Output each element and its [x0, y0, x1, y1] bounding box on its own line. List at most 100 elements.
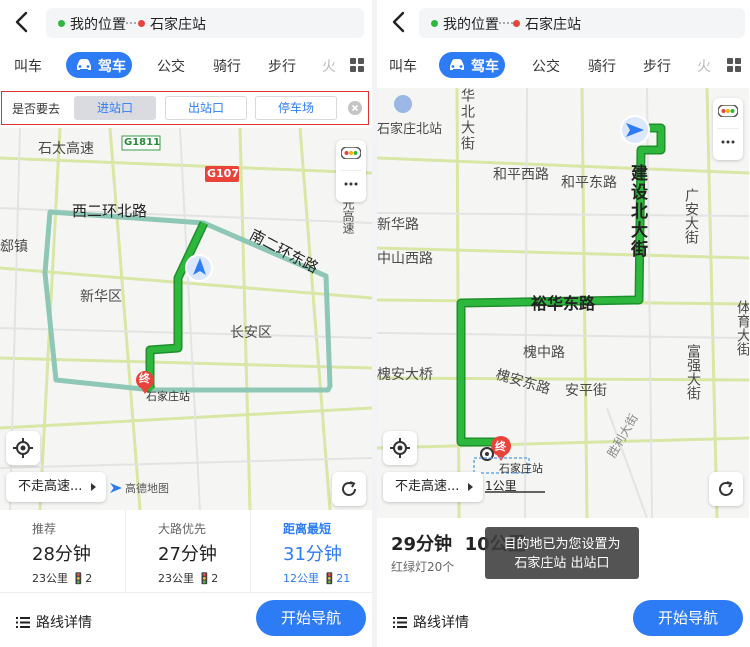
map-label-zhongshan-west-road: 中山西路: [377, 251, 433, 267]
route-options: 推荐 28分钟 23公里 🚦2 大路优先 27分钟 23公里 🚦2 距离最短 3…: [0, 510, 372, 592]
map-label-shijiazhuang-station: 石家庄站: [499, 462, 543, 475]
map-label-xinhua-road: 新华路: [377, 217, 419, 233]
origin-dot-icon: [431, 20, 438, 27]
origin-point[interactable]: 我的位置: [431, 14, 499, 34]
divider: [0, 592, 372, 593]
avoid-highway-selector[interactable]: 不走高速...: [383, 472, 484, 502]
route-option-shortest[interactable]: 距离最短 31分钟 12公里 🚦21: [250, 510, 372, 592]
route-details-label: 路线详情: [36, 615, 92, 631]
tab-bike[interactable]: 骑行: [588, 56, 616, 76]
back-icon[interactable]: [12, 10, 34, 34]
screenshot: 我的位置 石家庄站 叫车 驾车 公交 骑行 步行 火 是否要去 进站口 出站口 …: [0, 0, 750, 647]
route-input[interactable]: 我的位置 石家庄站: [419, 8, 745, 38]
destination-marker-icon[interactable]: 终: [495, 438, 506, 454]
traffic-light-count-icon: 🚦: [197, 572, 212, 585]
more-modes-icon[interactable]: [727, 58, 741, 72]
locate-icon: [390, 438, 410, 458]
car-icon: [77, 59, 91, 70]
route-option-title: 大路优先: [158, 522, 207, 536]
map-view[interactable]: 石太高速 G1811 G107 西二环北路 南二环东路 新华区 长安区 石家庄站…: [0, 128, 372, 510]
start-navigation-button[interactable]: 开始导航: [256, 600, 366, 636]
tab-drive[interactable]: 驾车: [66, 52, 132, 78]
avoid-highway-selector[interactable]: 不走高速...: [6, 472, 107, 502]
filter-exit-button[interactable]: 出站口: [165, 96, 247, 120]
destination-label: 石家庄站: [525, 17, 581, 33]
map-label-heping-east-road: 和平东路: [561, 175, 617, 191]
transport-tabs: 叫车 驾车 公交 骑行 步行 火: [0, 48, 372, 84]
map-label-west-ring-north: 西二环北路: [72, 202, 148, 220]
tab-drive-label: 驾车: [471, 59, 499, 75]
tab-walk[interactable]: 步行: [643, 56, 671, 76]
route-option-title: 推荐: [32, 522, 57, 536]
transport-tabs: 叫车 驾车 公交 骑行 步行 火: [377, 48, 749, 84]
route-option-meta: 12公里 🚦21: [283, 572, 351, 585]
route-details-link[interactable]: 路线详情: [393, 612, 469, 632]
back-icon[interactable]: [389, 10, 411, 34]
more-icon[interactable]: [344, 182, 358, 186]
tab-train[interactable]: 火: [697, 56, 711, 76]
destination-toast: 目的地已为您设置为 石家庄站 出站口: [485, 527, 639, 579]
map-label-xinhua-district: 新华区: [80, 289, 122, 305]
map-label-expressway-edge: 元高速: [341, 198, 355, 234]
destination-dot-icon: [513, 20, 520, 27]
start-navigation-button[interactable]: 开始导航: [633, 600, 743, 636]
locate-button[interactable]: [6, 431, 40, 465]
traffic-light-icon[interactable]: [341, 147, 361, 159]
more-modes-icon[interactable]: [350, 58, 364, 72]
destination-label: 石家庄站: [150, 17, 206, 33]
refresh-icon: [719, 481, 733, 496]
destination-point[interactable]: 石家庄站: [513, 14, 581, 34]
list-icon: [16, 617, 30, 628]
tab-bus[interactable]: 公交: [532, 56, 560, 76]
locate-button[interactable]: [383, 431, 417, 465]
toast-line-1: 目的地已为您设置为: [503, 537, 621, 552]
tab-walk[interactable]: 步行: [268, 56, 296, 76]
refresh-button[interactable]: [332, 472, 366, 506]
toast-line-2: 石家庄站 出站口: [514, 556, 610, 571]
filter-entrance-button[interactable]: 进站口: [74, 96, 156, 120]
traffic-light-count-icon: 🚦: [322, 572, 337, 585]
list-icon: [393, 617, 407, 628]
map-label-yuhua-east-road: 裕华东路: [531, 294, 596, 313]
locate-icon: [13, 438, 33, 458]
route-details-link[interactable]: 路线详情: [16, 612, 92, 632]
map-label-g1811: G1811: [124, 137, 161, 148]
filter-parking-button[interactable]: 停车场: [255, 96, 337, 120]
map-label-qie-town: 郄镇: [0, 239, 28, 255]
traffic-light-icon[interactable]: [718, 105, 738, 117]
tab-bike[interactable]: 骑行: [213, 56, 241, 76]
map-label-guangan-street: 广安大街: [683, 188, 699, 244]
map-label-jianshe-north-street: 建设北大街: [627, 164, 647, 259]
map-label-shitai-expressway: 石太高速: [38, 141, 94, 157]
amap-logo: 高德地图: [110, 480, 169, 496]
route-option-meta: 23公里 🚦2: [32, 572, 93, 585]
route-separator: [499, 22, 513, 24]
tab-drive[interactable]: 驾车: [439, 52, 505, 78]
route-option-time: 27分钟: [158, 544, 217, 565]
destination-marker-icon[interactable]: 终: [139, 370, 150, 386]
map-scale: 1公里: [485, 479, 517, 493]
route-input[interactable]: 我的位置 石家庄站: [46, 8, 364, 38]
route-option-recommended[interactable]: 推荐 28分钟 23公里 🚦2: [0, 510, 123, 592]
map-label-fuqiang-street: 富强大街: [685, 344, 701, 400]
map-label-g107: G107: [207, 167, 239, 180]
map-side-panel: [713, 98, 743, 160]
map-label-changan-district: 长安区: [230, 325, 272, 341]
tab-drive-label: 驾车: [98, 59, 126, 75]
route-option-time: 28分钟: [32, 544, 91, 565]
route-option-main-roads[interactable]: 大路优先 27分钟 23公里 🚦2: [125, 510, 249, 592]
tab-taxi[interactable]: 叫车: [14, 56, 42, 76]
caret-right-icon: [91, 483, 97, 491]
tab-taxi[interactable]: 叫车: [389, 56, 417, 76]
origin-point[interactable]: 我的位置: [58, 14, 126, 34]
close-filter-icon[interactable]: [348, 101, 362, 115]
refresh-icon: [342, 481, 356, 496]
tab-train[interactable]: 火: [322, 56, 336, 76]
map-label-shijiazhuang-station: 石家庄站: [146, 390, 190, 403]
map-view[interactable]: 石家庄北站 华北大街 和平西路 和平东路 建设北大街 广安大街 新华路 中山西路…: [377, 88, 749, 518]
caret-right-icon: [468, 483, 474, 491]
destination-point[interactable]: 石家庄站: [138, 14, 206, 34]
tab-bus[interactable]: 公交: [157, 56, 185, 76]
refresh-button[interactable]: [709, 472, 743, 506]
more-icon[interactable]: [721, 140, 735, 144]
